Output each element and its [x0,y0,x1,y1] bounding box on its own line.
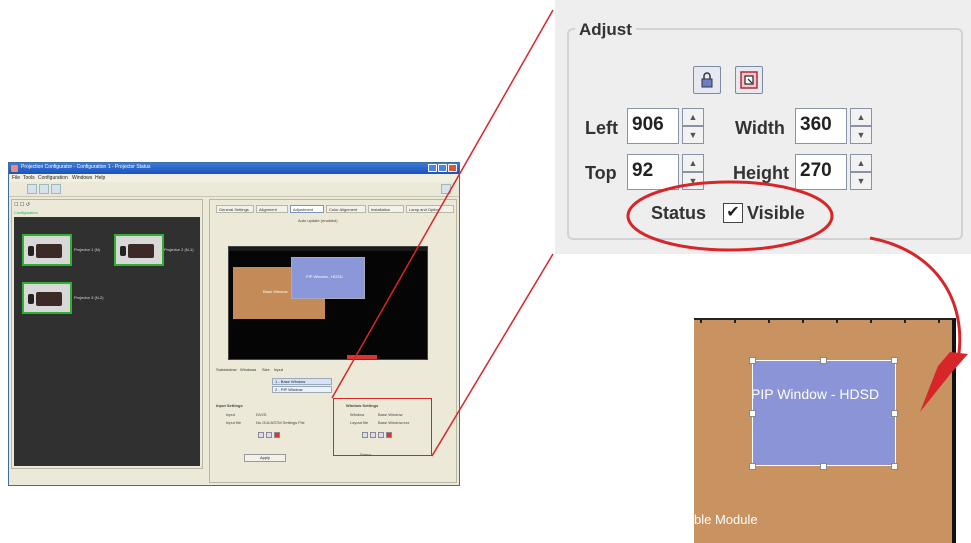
callout-arrow-icon [920,352,968,412]
status-highlight-ellipse [626,180,834,252]
status-callout [626,180,968,412]
callout-arrow-curve [869,236,962,361]
